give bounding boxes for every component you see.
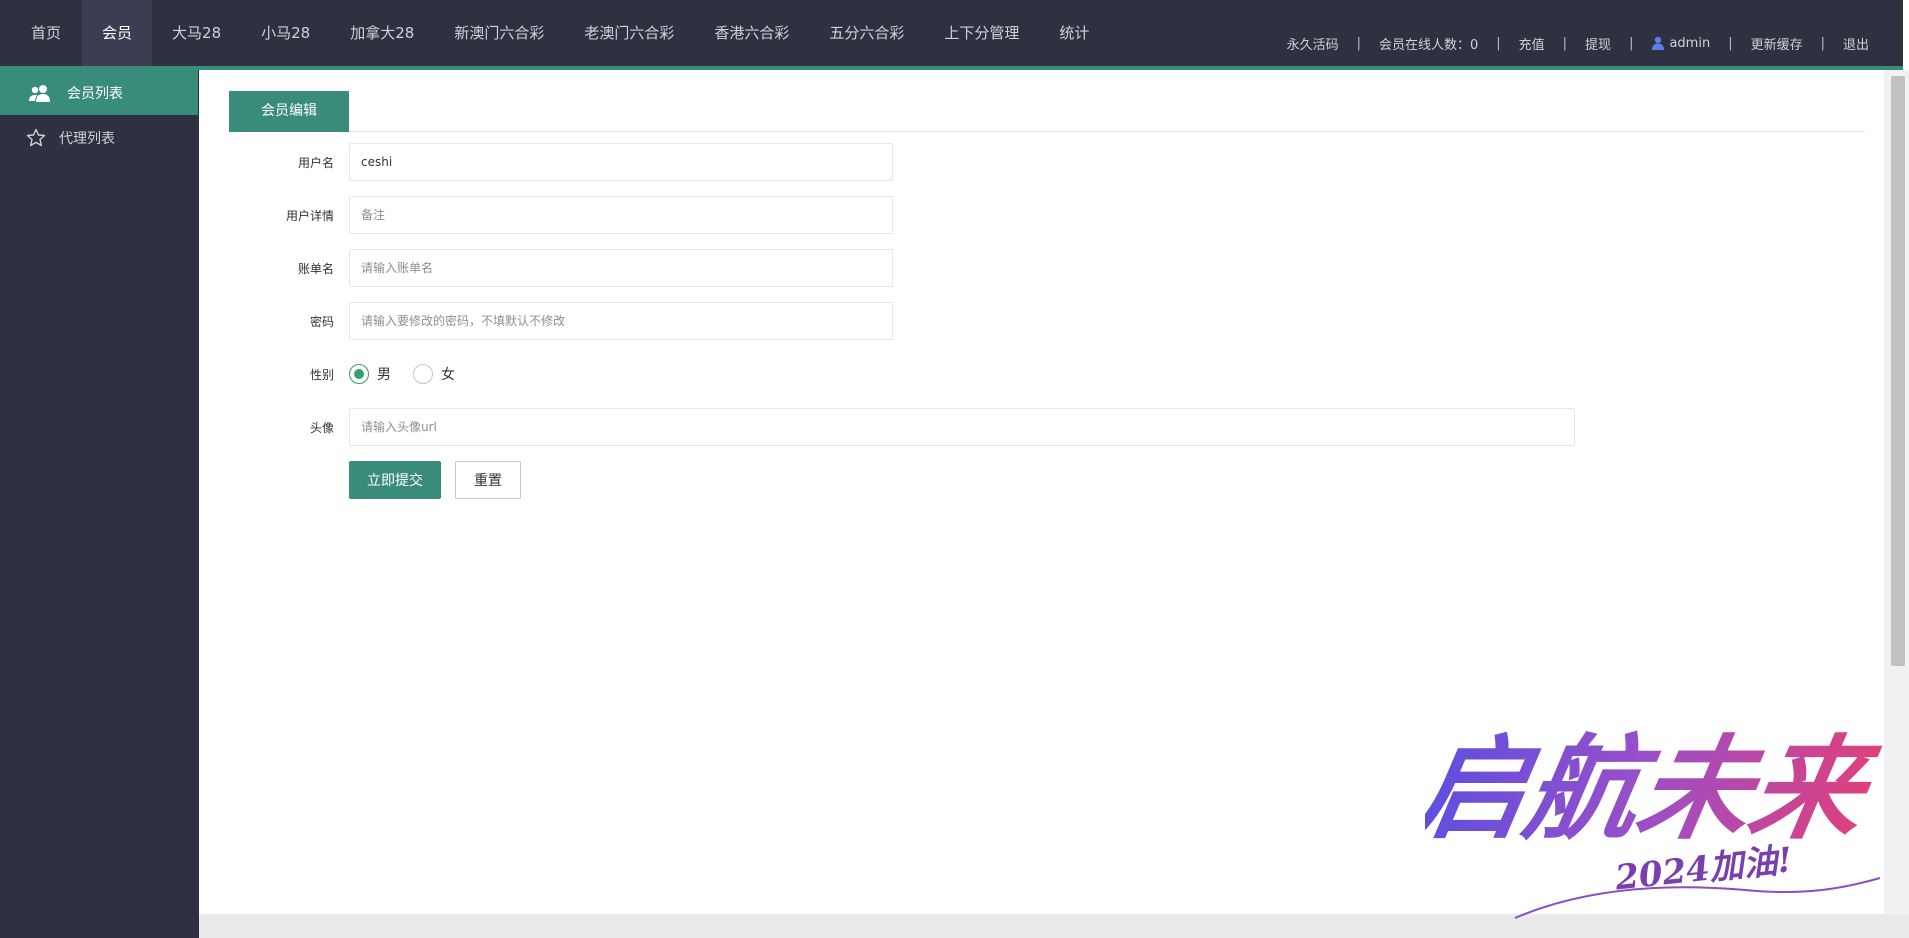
password-label: 密码 [309,314,334,329]
form-row-bill-name: 账单名 [229,249,893,287]
user-menu[interactable]: admin [1651,36,1710,51]
separator: | [1728,35,1733,51]
radio-unchecked-icon [413,364,433,384]
withdraw-link[interactable]: 提现 [1585,34,1611,53]
top-header: 首页 会员 大马28 小马28 加拿大28 新澳门六合彩 老澳门六合彩 香港六合… [0,0,1909,66]
gender-option-label: 男 [377,367,391,383]
recharge-link[interactable]: 充值 [1519,34,1545,53]
top-nav: 首页 会员 大马28 小马28 加拿大28 新澳门六合彩 老澳门六合彩 香港六合… [0,0,1109,66]
scrollbar-thumb[interactable] [1891,76,1905,666]
separator: | [1356,35,1361,51]
password-input[interactable] [349,302,893,340]
user-detail-label: 用户详情 [285,208,334,223]
logout-link[interactable]: 退出 [1843,34,1869,53]
avatar-label: 头像 [309,420,334,435]
nav-canada28[interactable]: 加拿大28 [330,0,434,66]
nav-new-macau-lottery[interactable]: 新澳门六合彩 [434,0,564,66]
form-actions: 立即提交 重置 [349,461,521,499]
tab-member-edit[interactable]: 会员编辑 [229,91,349,132]
nav-statistics[interactable]: 统计 [1039,0,1109,66]
radio-checked-icon [349,364,369,384]
activation-code-link[interactable]: 永久活码 [1287,34,1339,53]
reset-button[interactable]: 重置 [455,461,521,499]
gender-radio-group: 男 女 [349,355,477,393]
form-row-password: 密码 [229,302,893,340]
nav-credit-management[interactable]: 上下分管理 [924,0,1039,66]
bill-name-input[interactable] [349,249,893,287]
form-row-avatar: 头像 [229,408,1575,446]
watermark-logo: 启航未来 2024加油! [1425,723,1887,919]
nav-members[interactable]: 会员 [82,0,153,66]
watermark-main-text: 启航未来 [1425,723,1887,855]
nav-home[interactable]: 首页 [0,0,82,66]
separator: | [1496,35,1501,51]
sidebar-item-label: 代理列表 [59,130,115,147]
user-detail-input[interactable] [349,196,893,234]
sidebar: 会员列表 代理列表 [0,70,198,938]
username-input[interactable] [349,143,893,181]
refresh-cache-link[interactable]: 更新缓存 [1751,34,1803,53]
user-icon [1652,36,1665,50]
separator: | [1629,35,1634,51]
username-label: 用户名 [297,155,334,170]
submit-button[interactable]: 立即提交 [349,461,441,499]
username-label: admin [1669,35,1711,51]
form-row-user-detail: 用户详情 [229,196,893,234]
gender-label: 性别 [309,367,334,382]
separator: | [1562,35,1568,51]
sidebar-item-agent-list[interactable]: 代理列表 [0,115,198,160]
nav-five-minute-lottery[interactable]: 五分六合彩 [809,0,924,66]
online-members-count: 会员在线人数：0 [1378,37,1479,53]
gender-radio-female[interactable]: 女 [413,364,455,384]
users-icon [27,82,53,104]
nav-hongkong-lottery[interactable]: 香港六合彩 [694,0,809,66]
bill-name-label: 账单名 [297,261,334,276]
sidebar-item-label: 会员列表 [67,85,123,102]
separator: | [1820,35,1825,51]
sidebar-item-member-list[interactable]: 会员列表 [0,70,198,115]
form-row-gender: 性别 男 女 [229,355,455,393]
tab-bar: 会员编辑 [229,91,1865,132]
scrollbar-edge [1903,0,1909,70]
gender-radio-male[interactable]: 男 [349,364,391,384]
nav-old-macau-lottery[interactable]: 老澳门六合彩 [564,0,694,66]
form-row-username: 用户名 [229,143,893,181]
star-icon [23,127,49,149]
nav-xiaoma28[interactable]: 小马28 [241,0,330,66]
nav-dama28[interactable]: 大马28 [152,0,241,66]
gender-option-label: 女 [441,367,455,383]
avatar-url-input[interactable] [349,408,1575,446]
